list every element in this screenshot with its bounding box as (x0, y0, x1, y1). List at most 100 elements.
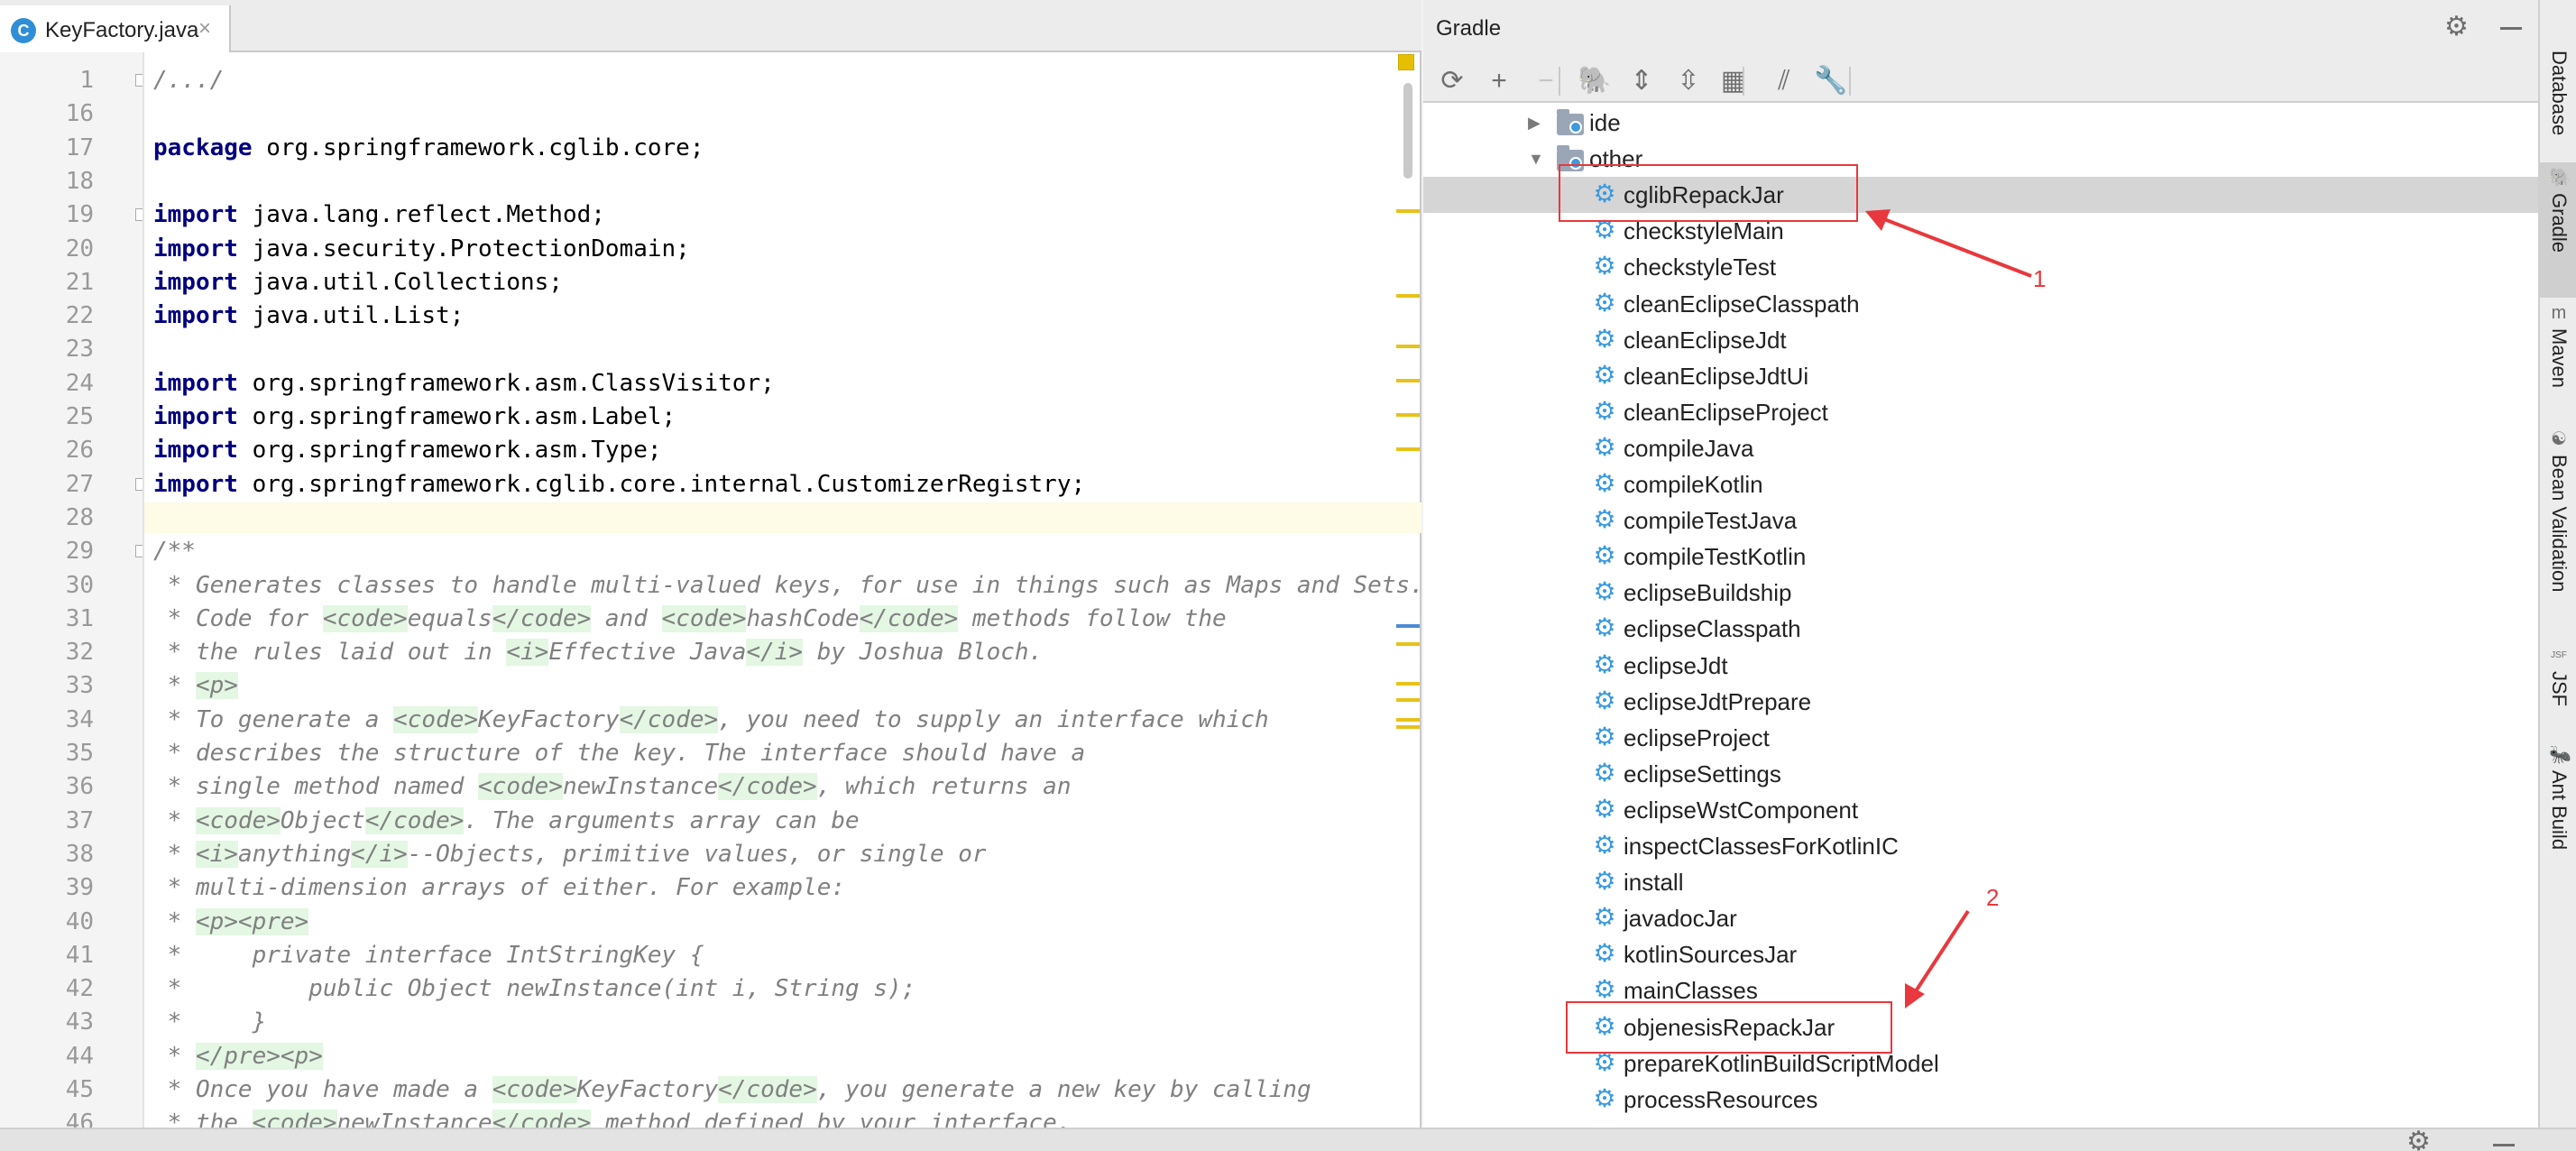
stripe-mark[interactable] (1396, 413, 1420, 417)
code-token: Effective Java (548, 639, 747, 667)
code-token: * Once you have made a (153, 1076, 492, 1103)
code-token: * (153, 840, 196, 868)
tool-tab-jsf[interactable]: JSF JSF (2540, 640, 2576, 713)
close-tab-icon[interactable]: × (198, 16, 211, 41)
fold-marker-icon[interactable] (135, 545, 143, 558)
stripe-mark[interactable] (1396, 698, 1420, 702)
code-token: equals (407, 604, 492, 632)
code-area[interactable]: /.../ package org.springframework.cglib.c… (144, 52, 1421, 1128)
doc-tag-token: </code> (492, 604, 592, 632)
doc-tag-token: <i> (195, 840, 238, 868)
tool-tab-label: Ant Build (2548, 770, 2571, 851)
annotation-arrow-1 (1865, 209, 2032, 278)
doc-tag-token: <p> (195, 672, 238, 700)
stripe-mark[interactable] (1396, 294, 1420, 298)
stripe-mark[interactable] (1396, 345, 1420, 348)
tool-tab-database[interactable]: Database (2540, 27, 2576, 135)
stripe-mark[interactable] (1396, 379, 1420, 382)
code-token: org.springframework.asm.Label; (237, 403, 676, 430)
code-token: * the rules laid out in (153, 639, 507, 667)
annotation-box-1 (1559, 164, 1858, 222)
code-line: import java.lang.reflect.Method; (153, 199, 605, 230)
code-token: * Generates classes to handle multi-valu… (153, 571, 1421, 599)
editor-scrollbar[interactable] (1403, 83, 1412, 179)
line-number: 24 (65, 369, 94, 397)
doc-tag-token: </code> (619, 705, 719, 733)
line-number: 37 (65, 806, 94, 834)
gear-icon[interactable]: ⚙ (2406, 1126, 2431, 1151)
code-token: and (591, 604, 662, 632)
code-line: import org.springframework.cglib.core.in… (153, 469, 1085, 500)
code-line: * <p> (153, 670, 238, 701)
code-line: * private interface IntStringKey { (153, 940, 704, 971)
stripe-mark[interactable] (1396, 624, 1420, 628)
tool-tab-maven[interactable]: m Maven (2540, 298, 2576, 406)
stripe-mark[interactable] (1396, 642, 1420, 646)
code-token: * private interface IntStringKey { (153, 941, 704, 969)
tool-tab-ant-build[interactable]: 🐜 Ant Build (2540, 740, 2576, 875)
code-token: newInstance (562, 773, 719, 801)
tool-tab-label: Gradle (2548, 193, 2571, 253)
code-token: org.springframework.asm.Type; (237, 437, 662, 465)
fold-marker-icon[interactable] (135, 477, 143, 491)
keyword-token: import (153, 369, 238, 397)
doc-tag-token: </code> (718, 1076, 817, 1103)
tab-keyfactory-java[interactable]: C KeyFactory.java × (0, 5, 231, 52)
keyword-token: import (153, 235, 238, 262)
code-token: , which returns an (816, 773, 1072, 801)
tool-tab-bean-validation[interactable]: ☯ Bean Validation (2540, 424, 2576, 622)
code-line: package org.springframework.cglib.core; (153, 133, 704, 163)
inspection-status-icon[interactable] (1398, 54, 1414, 70)
line-number: 33 (65, 672, 94, 700)
code-editor[interactable]: C KeyFactory.java × 1 16 17 18 19 20 21 22 23 24 2… (0, 0, 1421, 1128)
line-number: 27 (65, 470, 94, 498)
ant-icon: 🐜 (2549, 745, 2571, 765)
stripe-mark[interactable] (1396, 718, 1420, 722)
doc-tag-token: <code> (478, 773, 563, 801)
code-token: * (153, 907, 196, 935)
code-line: * To generate a <code>KeyFactory</code>,… (153, 704, 1269, 735)
code-token: java.security.ProtectionDomain; (237, 235, 690, 262)
bottom-tool-bar: ⚙ (0, 1126, 2576, 1151)
code-token: KeyFactory (478, 705, 620, 733)
line-number: 41 (65, 941, 94, 969)
stripe-mark[interactable] (1396, 447, 1420, 451)
fold-marker-icon[interactable] (135, 74, 143, 87)
doc-tag-token: <code> (393, 705, 479, 733)
jsf-icon: JSF (2551, 650, 2567, 660)
fold-marker-icon[interactable] (135, 208, 143, 222)
code-token: org.springframework.asm.ClassVisitor; (237, 369, 775, 397)
code-token: Object (280, 806, 365, 834)
line-number: 34 (65, 705, 94, 733)
line-number: 30 (65, 571, 94, 599)
line-number: 22 (65, 302, 94, 330)
line-number: 38 (65, 840, 94, 868)
stripe-mark[interactable] (1396, 725, 1420, 729)
code-line: * the rules laid out in <i>Effective Jav… (153, 637, 1043, 668)
keyword-token: import (153, 403, 238, 430)
line-number: 39 (65, 874, 94, 902)
code-token: * public Object newInstance(int i, Strin… (153, 975, 916, 1003)
doc-tag-token: <i> (506, 639, 549, 667)
code-token: * single method named (153, 773, 479, 801)
stripe-mark[interactable] (1396, 209, 1420, 213)
keyword-token: import (153, 437, 238, 465)
tool-tab-label: JSF (2548, 671, 2571, 707)
code-token: * (153, 1042, 196, 1070)
doc-tag-token: </code> (859, 604, 959, 632)
code-line: import org.springframework.asm.Label; (153, 401, 676, 432)
tool-tab-gradle[interactable]: 🐘 Gradle (2540, 162, 2576, 298)
code-line: * Generates classes to handle multi-valu… (153, 570, 1421, 601)
code-line: /** (153, 536, 196, 566)
code-token: /.../ (153, 67, 225, 94)
code-token: , you generate a new key by calling (816, 1076, 1311, 1103)
code-line: import java.util.List; (153, 300, 464, 331)
line-number: 35 (65, 740, 94, 767)
code-token: anything (237, 840, 352, 868)
code-token: /** (153, 538, 196, 566)
stripe-mark[interactable] (1396, 682, 1420, 686)
minus-icon[interactable] (2493, 1144, 2515, 1146)
line-number: 28 (65, 503, 94, 531)
line-number: 31 (65, 604, 94, 632)
code-token: --Objects, primitive values, or single o… (407, 840, 987, 868)
